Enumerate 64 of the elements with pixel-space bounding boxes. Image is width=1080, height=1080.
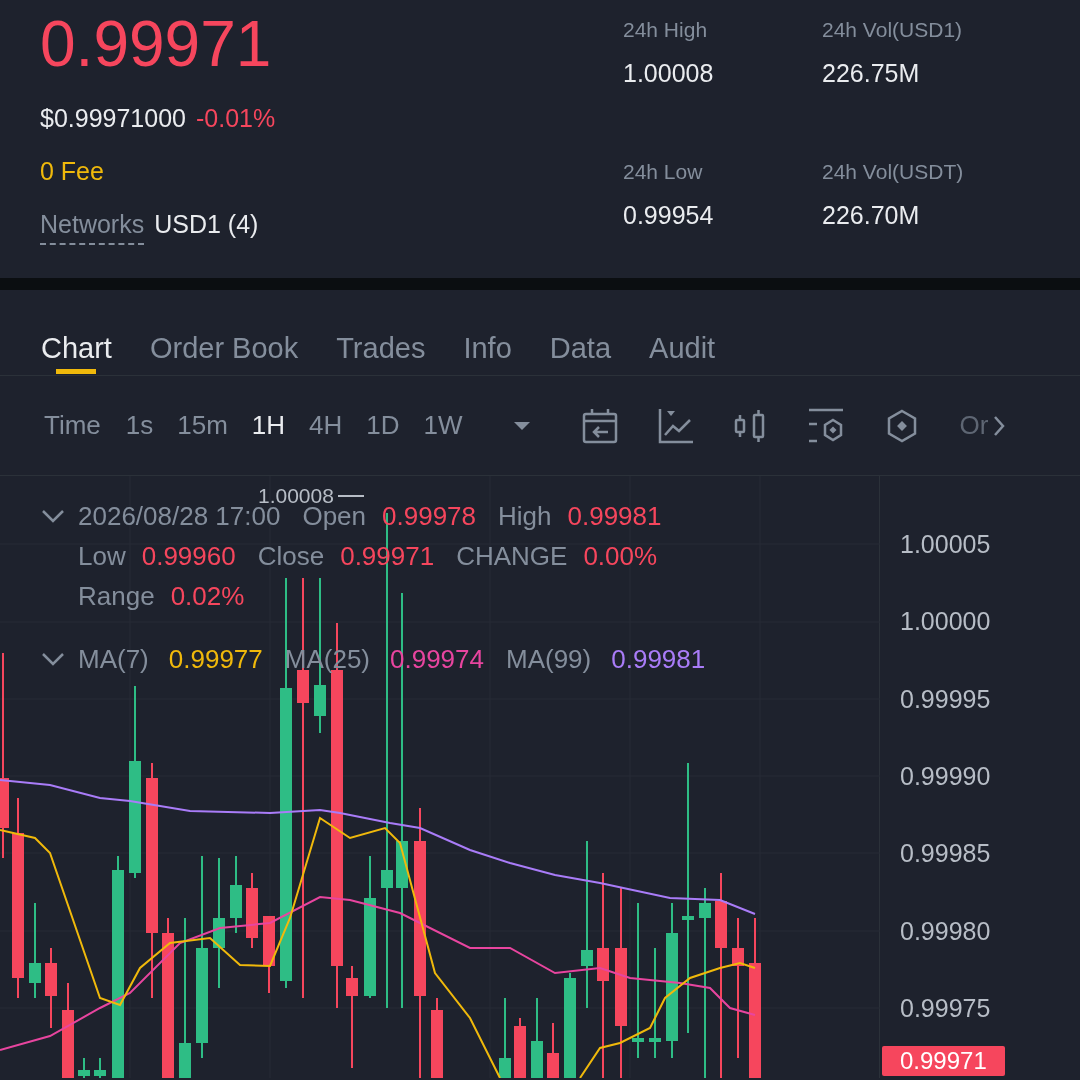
ma-label: MA(99) [506,643,592,676]
interval-button[interactable]: 1s [125,406,154,445]
chevron-right-icon[interactable] [992,414,1005,437]
price-axis-label: 0.99990 [900,760,991,791]
ohlc-label: Range [78,580,155,613]
stat-label: 24h Low [623,158,703,185]
interval-button[interactable]: 4H [309,406,343,445]
candle [78,1057,90,1078]
ma-value: 0.99981 [611,643,706,676]
ohlc-label: CHANGE [456,540,568,573]
indicator-settings-icon[interactable] [807,407,844,444]
overflow-label[interactable]: Or [959,406,989,445]
interval-button[interactable]: 1H [251,406,286,445]
ohlc-value: 0.00% [583,540,658,573]
stat-value: 1.00008 [623,58,714,89]
hexagon-icon[interactable] [885,408,918,443]
networks-link[interactable]: Networks [40,207,145,245]
price-axis-label: 0.99985 [900,838,991,869]
stat-value: 226.75M [822,58,920,89]
ohlc-label: High [498,500,552,533]
tab[interactable]: Order Book [149,290,299,376]
ohlc-value: 0.02% [170,580,245,613]
stat-value: 0.99954 [623,199,714,231]
ohlc-value: 0.99960 [141,540,236,573]
ma-value: 0.99977 [168,643,263,676]
price-axis-label: 0.99980 [900,915,991,946]
fee-label: 0 Fee [40,156,104,187]
tab[interactable]: Audit [649,290,716,376]
ohlc-label: Low [78,540,126,573]
candlestick-icon[interactable] [733,408,766,443]
time-label: Time [44,409,101,442]
chevron-down-icon[interactable] [40,652,66,666]
line-chart-icon[interactable] [657,407,694,444]
stat-label: 24h Vol(USDT) [822,158,964,185]
tab[interactable]: Trades [336,290,426,376]
tab[interactable]: Data [549,290,612,376]
ohlc-value: 0.99981 [567,500,662,533]
ohlc-value: 0.99978 [382,500,476,533]
candle [94,1057,106,1078]
last-price: 0.99971 [40,8,272,80]
tab[interactable]: Info [463,290,512,376]
ohlc-label: Close [257,540,325,573]
current-price-tag: 0.99971 [882,1046,1005,1076]
high-price-marker: 1.00008 [258,484,334,507]
networks-value: USD1 (4) [154,209,259,240]
price-axis-label: 0.99975 [900,992,991,1023]
interval-button[interactable]: 1D [366,406,400,445]
marker-line [337,495,364,497]
chevron-down-icon[interactable] [40,509,66,523]
ma-label: MA(7) [78,643,149,676]
calendar-arrow-icon[interactable] [581,407,618,444]
candle [514,1017,526,1078]
interval-button[interactable]: 15m [177,406,228,445]
price-axis-label: 0.99995 [900,683,991,714]
price-axis-label: 1.00005 [900,529,991,559]
stat-label: 24h Vol(USD1) [822,17,963,43]
stat-label: 24h High [623,17,708,43]
interval-button[interactable]: 1W [423,406,463,445]
usd-price: $0.99971000 [40,103,186,134]
stat-value: 226.70M [822,199,920,231]
price-axis-label: 1.00000 [900,606,991,637]
tab[interactable]: Chart [41,290,112,376]
candle [547,1022,559,1078]
price-change: -0.01% [196,103,276,134]
